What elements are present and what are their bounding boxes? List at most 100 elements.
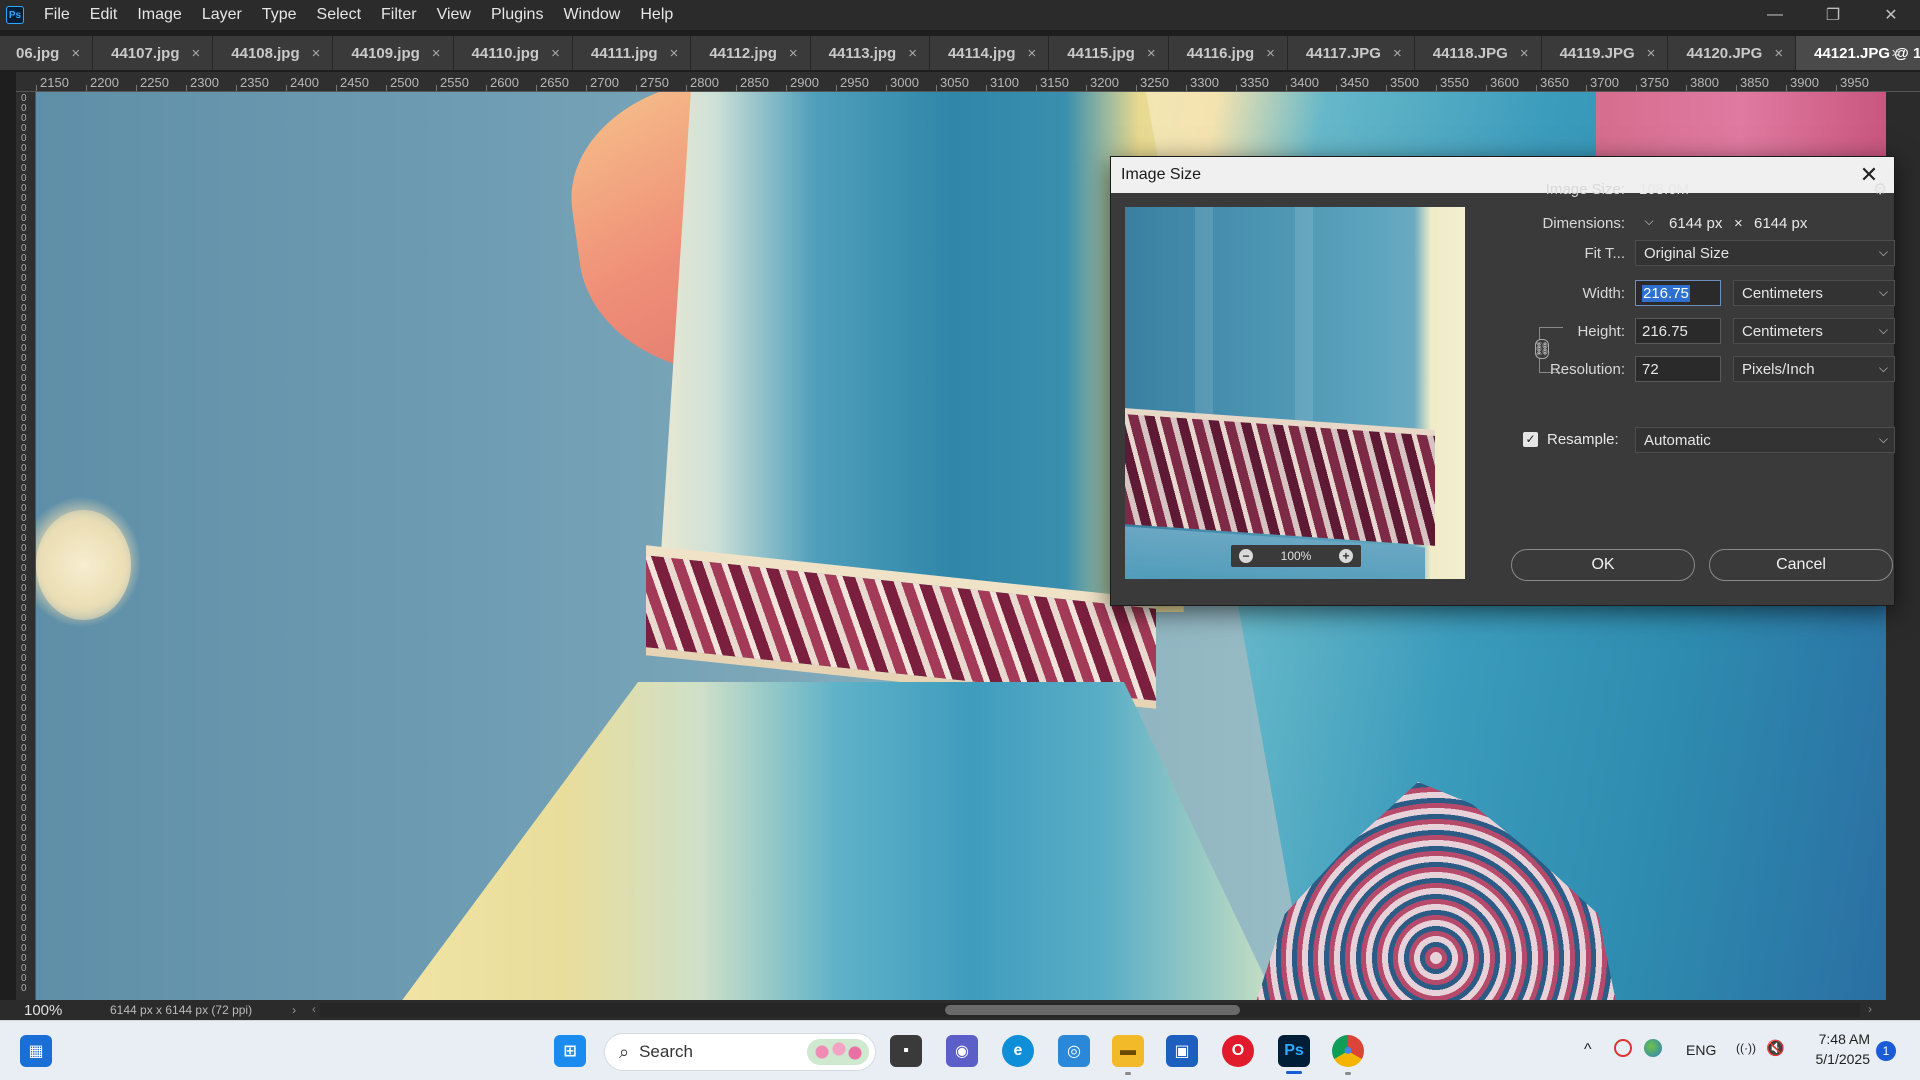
menu-file[interactable]: File bbox=[34, 0, 80, 30]
tab-document[interactable]: 44120.JPG × bbox=[1668, 36, 1797, 70]
tab-document[interactable]: 44112.jpg × bbox=[691, 36, 811, 70]
resolution-input[interactable]: 72 bbox=[1635, 356, 1721, 382]
tab-close-icon[interactable]: × bbox=[1647, 45, 1656, 62]
clock-time[interactable]: 7:48 AM bbox=[1808, 1031, 1870, 1047]
tab-document[interactable]: 06.jpg × bbox=[0, 36, 94, 70]
constrain-proportions-icon[interactable]: ⛓ bbox=[1534, 339, 1550, 359]
tab-close-icon[interactable]: × bbox=[1028, 45, 1037, 62]
restore-button[interactable]: ❐ bbox=[1804, 0, 1862, 30]
gear-icon[interactable]: ⚙ bbox=[1873, 179, 1887, 199]
ruler-tick-label: 2800 bbox=[690, 75, 719, 90]
tab-close-icon[interactable]: × bbox=[1774, 45, 1783, 62]
tab-document[interactable]: 44111.jpg × bbox=[572, 36, 692, 70]
menu-view[interactable]: View bbox=[427, 0, 481, 30]
tab-close-icon[interactable]: × bbox=[71, 45, 80, 62]
tab-overflow-icon[interactable]: » bbox=[1882, 36, 1910, 70]
ok-button[interactable]: OK bbox=[1511, 549, 1695, 581]
resample-select[interactable]: Automatic ⌵ bbox=[1635, 427, 1895, 453]
tab-document[interactable]: 44117.JPG × bbox=[1287, 36, 1415, 70]
tab-close-icon[interactable]: × bbox=[312, 45, 321, 62]
tab-close-icon[interactable]: × bbox=[551, 45, 560, 62]
tab-document[interactable]: 44115.jpg × bbox=[1049, 36, 1169, 70]
menu-type[interactable]: Type bbox=[252, 0, 307, 30]
menu-layer[interactable]: Layer bbox=[192, 0, 252, 30]
tab-label: 44109.jpg bbox=[351, 44, 420, 62]
teams-icon[interactable]: ◉ bbox=[946, 1035, 978, 1067]
tab-close-icon[interactable]: × bbox=[192, 45, 201, 62]
tab-document[interactable]: 44114.jpg × bbox=[929, 36, 1050, 70]
menu-image[interactable]: Image bbox=[127, 0, 191, 30]
edge-icon[interactable]: e bbox=[1002, 1035, 1034, 1067]
tab-document[interactable]: 44110.jpg × bbox=[453, 36, 573, 70]
tab-close-icon[interactable]: × bbox=[1147, 45, 1156, 62]
scrollbar-thumb[interactable] bbox=[945, 1005, 1240, 1015]
start-icon[interactable]: ⊞ bbox=[554, 1035, 586, 1067]
cancel-button[interactable]: Cancel bbox=[1709, 549, 1893, 581]
store-icon[interactable]: ▣ bbox=[1166, 1035, 1198, 1067]
photoshop-logo-icon[interactable]: Ps bbox=[6, 6, 24, 24]
tab-close-icon[interactable]: × bbox=[432, 45, 441, 62]
tab-document[interactable]: 44108.jpg × bbox=[213, 36, 334, 70]
resolution-unit-select[interactable]: Pixels/Inch ⌵ bbox=[1733, 356, 1895, 382]
taskbar-search[interactable]: ⌕ Search bbox=[604, 1033, 876, 1071]
scroll-left-icon[interactable]: ‹ bbox=[312, 1002, 316, 1016]
tab-document[interactable]: 44113.jpg × bbox=[810, 36, 930, 70]
widgets-icon[interactable]: ▦ bbox=[20, 1035, 52, 1067]
tab-document[interactable]: 44107.jpg × bbox=[93, 36, 214, 70]
tab-document[interactable]: 44109.jpg × bbox=[333, 36, 454, 70]
height-value: 216.75 bbox=[1642, 322, 1688, 340]
tab-close-icon[interactable]: × bbox=[1520, 45, 1529, 62]
menu-help[interactable]: Help bbox=[630, 0, 683, 30]
menu-window[interactable]: Window bbox=[553, 0, 630, 30]
clock-date[interactable]: 5/1/2025 bbox=[1798, 1051, 1871, 1067]
scroll-right-icon[interactable]: › bbox=[1868, 1002, 1872, 1016]
minimize-button[interactable]: — bbox=[1746, 0, 1804, 30]
dialog-titlebar[interactable]: Image Size ✕ bbox=[1111, 157, 1894, 193]
file-explorer-icon[interactable]: ▬ bbox=[1112, 1035, 1144, 1067]
tab-close-icon[interactable]: × bbox=[789, 45, 798, 62]
close-window-button[interactable]: ✕ bbox=[1862, 0, 1920, 30]
menu-select[interactable]: Select bbox=[307, 0, 371, 30]
language-indicator[interactable]: ENG bbox=[1686, 1042, 1716, 1058]
menu-edit[interactable]: Edit bbox=[80, 0, 128, 30]
dimensions-toggle-icon[interactable]: ⌵ bbox=[1641, 213, 1657, 229]
tab-document[interactable]: 44118.JPG × bbox=[1414, 36, 1542, 70]
zoom-in-icon[interactable]: + bbox=[1338, 549, 1353, 563]
document-tabs: 06.jpg × 44107.jpg × 44108.jpg × 44109.jpg × 441… bbox=[0, 36, 1920, 70]
volume-muted-icon[interactable]: 🔇 bbox=[1766, 1039, 1785, 1057]
dimensions-times: × bbox=[1734, 215, 1743, 232]
tab-close-icon[interactable]: × bbox=[908, 45, 917, 62]
zoom-out-icon[interactable]: − bbox=[1239, 549, 1253, 563]
doc-info-chevron-icon[interactable]: › bbox=[292, 1003, 296, 1017]
menu-plugins[interactable]: Plugins bbox=[481, 0, 553, 30]
tab-close-icon[interactable]: × bbox=[1266, 45, 1275, 62]
tray-globe-icon[interactable] bbox=[1644, 1039, 1662, 1057]
menu-filter[interactable]: Filter bbox=[371, 0, 427, 30]
tab-close-icon[interactable]: × bbox=[1393, 45, 1402, 62]
photoshop-taskbar-icon[interactable]: Ps bbox=[1278, 1035, 1310, 1067]
horizontal-scrollbar[interactable] bbox=[320, 1003, 1860, 1017]
tray-app-icon[interactable] bbox=[1614, 1039, 1632, 1057]
tab-document[interactable]: 44119.JPG × bbox=[1541, 36, 1669, 70]
tray-overflow-icon[interactable]: ^ bbox=[1584, 1041, 1592, 1059]
opera-icon[interactable]: O bbox=[1222, 1035, 1254, 1067]
resample-checkbox[interactable]: ✓ bbox=[1523, 432, 1538, 447]
zoom-level[interactable]: 100% bbox=[0, 1002, 74, 1019]
image-preview[interactable]: − 100% + bbox=[1125, 207, 1465, 579]
width-input[interactable]: 216.75 bbox=[1635, 280, 1721, 306]
tab-label: 06.jpg bbox=[16, 44, 60, 62]
height-input[interactable]: 216.75 bbox=[1635, 318, 1721, 344]
tab-document[interactable]: 44116.jpg × bbox=[1168, 36, 1288, 70]
wifi-icon[interactable]: ((·)) bbox=[1736, 1041, 1756, 1055]
chrome-icon[interactable]: ● bbox=[1332, 1035, 1364, 1067]
task-view-icon[interactable]: ▪ bbox=[890, 1035, 922, 1067]
horizontal-ruler[interactable]: 2150 2200 2250 2300 2350 2400 2450 2500 2550 2600… bbox=[16, 72, 1920, 92]
tab-close-icon[interactable]: × bbox=[670, 45, 679, 62]
notification-badge[interactable]: 1 bbox=[1876, 1041, 1896, 1061]
height-unit-select[interactable]: Centimeters ⌵ bbox=[1733, 318, 1895, 344]
ruler-tick-mark bbox=[1486, 85, 1487, 91]
vertical-ruler[interactable]: 0000000000000000000000000000000000000000… bbox=[16, 92, 36, 1000]
lens-icon[interactable]: ◎ bbox=[1058, 1035, 1090, 1067]
width-unit-select[interactable]: Centimeters ⌵ bbox=[1733, 280, 1895, 306]
fit-to-select[interactable]: Original Size ⌵ bbox=[1635, 240, 1895, 266]
